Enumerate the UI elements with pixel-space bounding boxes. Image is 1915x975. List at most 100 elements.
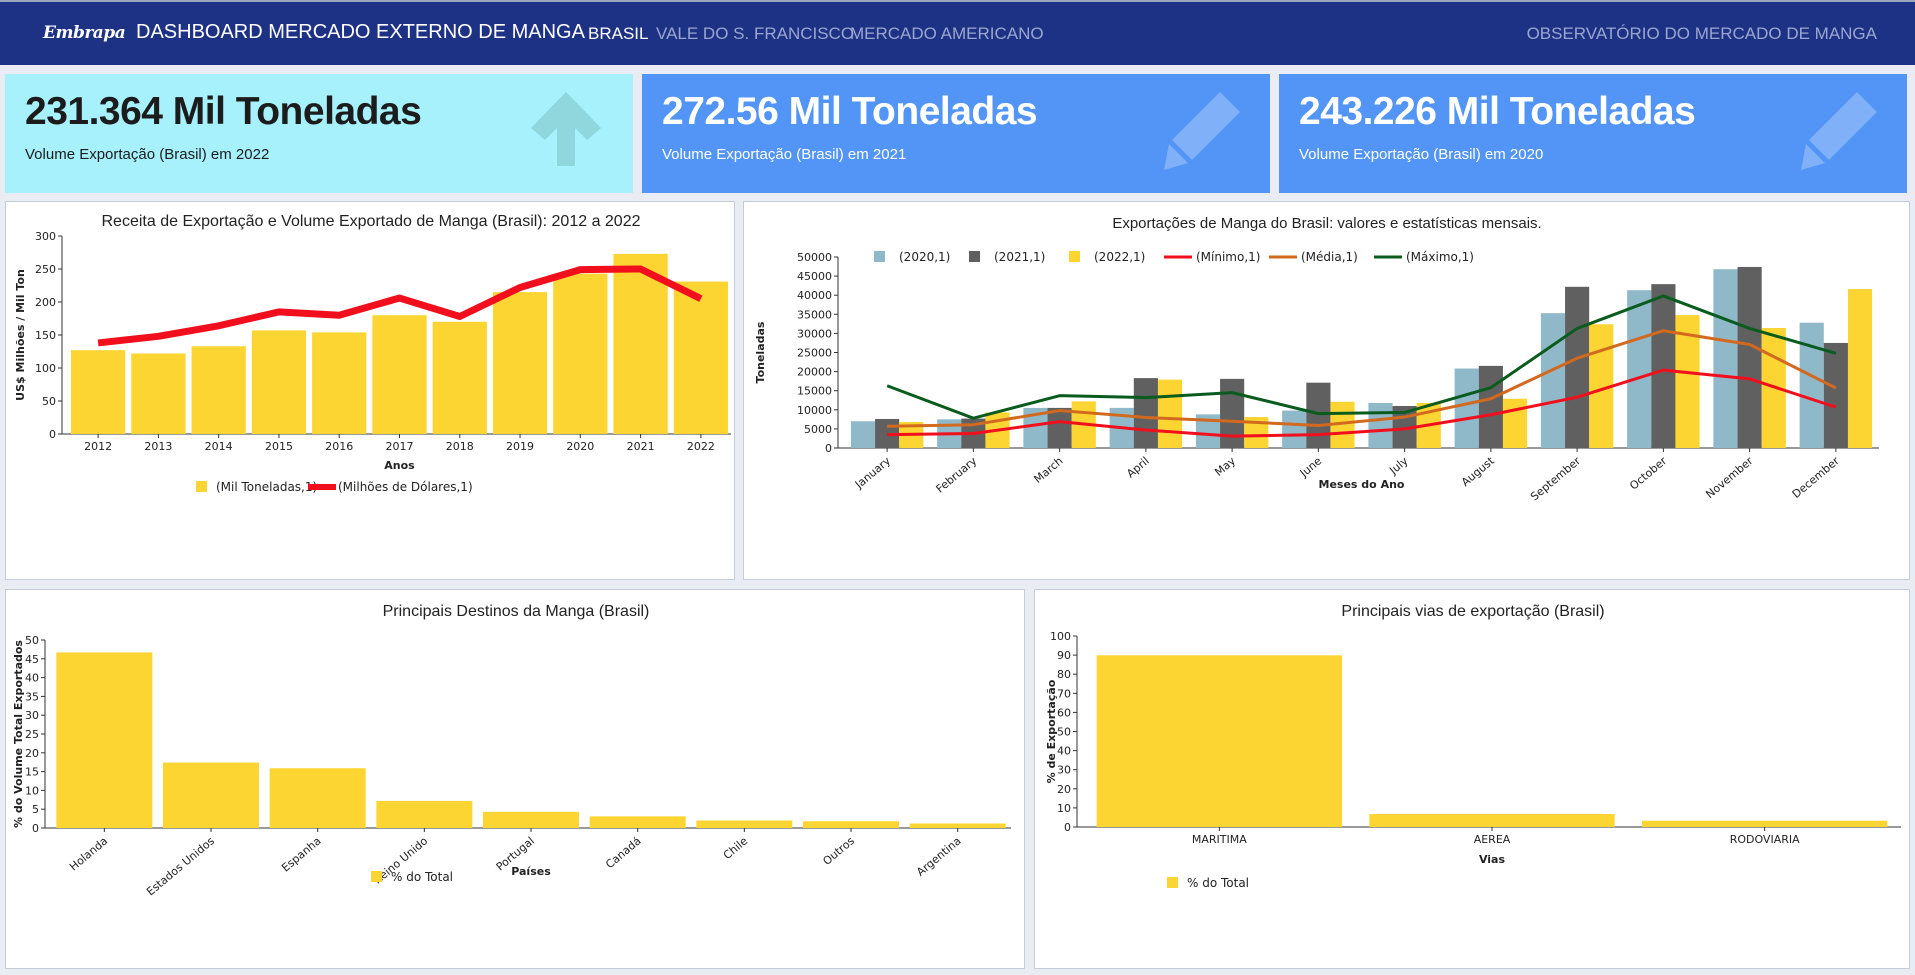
bar-2015 <box>251 330 307 434</box>
y-tick-label: 200 <box>35 296 56 309</box>
bar-april <box>1157 379 1183 448</box>
kpi-card-2020: 243.226 Mil Toneladas Volume Exportação … <box>1279 74 1907 193</box>
y-tick-label: 100 <box>1050 630 1071 643</box>
y-tick-label: 35000 <box>797 308 832 321</box>
chart-exportacoes-mensais[interactable]: Exportações de Manga do Brasil: valores … <box>744 202 1911 581</box>
x-tick-label: MARITIMA <box>1192 833 1247 846</box>
bar-june <box>1282 410 1307 448</box>
bar-canadá <box>589 816 686 828</box>
kpi-card-2021: 272.56 Mil Toneladas Volume Exportação (… <box>642 74 1270 193</box>
nav-vale-do-sao-francisco[interactable]: VALE DO S. FRANCISCO <box>656 24 854 44</box>
x-tick-label: Estados Unidos <box>144 834 217 898</box>
kpi-label: Volume Exportação (Brasil) em 2021 <box>662 146 907 163</box>
x-tick-label: 2015 <box>265 440 293 453</box>
chart-title: Principais Destinos da Manga (Brasil) <box>383 603 650 620</box>
bar-december <box>1847 289 1873 448</box>
chart-title: Exportações de Manga do Brasil: valores … <box>1112 215 1541 232</box>
y-axis-label: Toneladas <box>754 321 767 383</box>
y-tick-label: 30 <box>1057 764 1071 777</box>
y-tick-label: 250 <box>35 263 56 276</box>
bar-2014 <box>191 346 246 434</box>
kpi-value: 231.364 Mil Toneladas <box>25 90 422 133</box>
bar-espanha <box>269 768 366 828</box>
x-axis-label: Vias <box>1479 853 1506 866</box>
legend-label: % do Total <box>391 870 453 884</box>
y-tick-label: 10 <box>25 784 39 797</box>
y-tick-label: 0 <box>32 822 39 835</box>
y-tick-label: 15 <box>25 766 39 779</box>
x-tick-label: January <box>852 454 893 492</box>
y-tick-label: 40 <box>1057 745 1071 758</box>
nav-brasil[interactable]: BRASIL <box>588 24 648 44</box>
kpi-label: Volume Exportação (Brasil) em 2020 <box>1299 146 1544 163</box>
y-tick-label: 30000 <box>797 327 832 340</box>
x-tick-label: 2020 <box>566 440 594 453</box>
bar-december <box>1799 322 1824 448</box>
bar-holanda <box>56 652 153 828</box>
y-tick-label: 15000 <box>797 385 832 398</box>
bar-2018 <box>432 321 487 434</box>
legend-label: (2022,1) <box>1094 250 1145 264</box>
y-axis-label: US$ Milhões / Mil Ton <box>14 269 27 401</box>
y-tick-label: 25 <box>25 728 39 741</box>
bar-october <box>1627 290 1652 448</box>
x-tick-label: Canadá <box>603 834 643 871</box>
nav-mercado-americano[interactable]: MERCADO AMERICANO <box>850 24 1044 44</box>
kpi-value: 243.226 Mil Toneladas <box>1299 90 1696 133</box>
bar-2020 <box>553 273 608 434</box>
y-tick-label: 0 <box>825 442 832 455</box>
x-axis-label: Anos <box>384 459 415 472</box>
x-tick-label: 2022 <box>687 440 715 453</box>
y-tick-label: 20 <box>25 747 39 760</box>
x-tick-label: March <box>1031 454 1065 486</box>
legend-swatch <box>196 481 207 492</box>
bar-june <box>1306 382 1331 448</box>
chart-title: Principais vias de exportação (Brasil) <box>1341 603 1604 620</box>
x-tick-label: RODOVIARIA <box>1730 833 1800 846</box>
x-axis-label: Países <box>511 865 551 878</box>
bar-outros <box>803 821 899 828</box>
x-tick-label: April <box>1124 454 1152 480</box>
x-tick-label: Chile <box>721 834 751 862</box>
chart-card-destinos: Principais Destinos da Manga (Brasil) 0 5 1… <box>5 589 1025 969</box>
y-tick-label: 50 <box>25 634 39 647</box>
legend-swatch <box>1167 877 1178 888</box>
bar-2022 <box>673 281 728 434</box>
x-tick-label: February <box>934 454 980 496</box>
y-tick-label: 20 <box>1057 783 1071 796</box>
legend-swatch <box>969 251 980 262</box>
chart-principais-destinos[interactable]: Principais Destinos da Manga (Brasil) 0 5 1… <box>6 590 1026 970</box>
x-tick-label: Espanha <box>279 834 323 874</box>
bar-reino-unido <box>376 800 473 828</box>
y-tick-label: 20000 <box>797 366 832 379</box>
embrapa-logo[interactable]: Embrapa <box>43 23 126 43</box>
nav-observatorio[interactable]: OBSERVATÓRIO DO MERCADO DE MANGA <box>1527 24 1877 44</box>
y-axis-label: % do Volume Total Exportados <box>12 640 25 828</box>
x-tick-label: August <box>1459 454 1497 489</box>
pencil-icon <box>1801 92 1877 170</box>
bar-rodoviaria <box>1641 820 1888 827</box>
y-tick-label: 70 <box>1057 687 1071 700</box>
x-tick-label: Argentina <box>914 834 963 878</box>
y-tick-label: 45000 <box>797 270 832 283</box>
bar-november <box>1737 266 1762 448</box>
legend-label: (Máximo,1) <box>1406 250 1474 264</box>
legend-label: (Milhões de Dólares,1) <box>338 480 473 494</box>
kpi-label: Volume Exportação (Brasil) em 2022 <box>25 146 270 163</box>
legend-label: (2020,1) <box>899 250 950 264</box>
chart-receita-volume[interactable]: Receita de Exportação e Volume Exportado… <box>6 202 736 581</box>
bar-july <box>1368 402 1393 448</box>
chart-vias-exportacao[interactable]: Principais vias de exportação (Brasil) 0 1… <box>1035 590 1911 970</box>
y-tick-label: 60 <box>1057 706 1071 719</box>
bar-argentina <box>909 823 1006 828</box>
bar-november <box>1713 269 1738 448</box>
bar-maritima <box>1096 655 1343 827</box>
y-tick-label: 25000 <box>797 347 832 360</box>
y-tick-label: 5000 <box>804 423 832 436</box>
y-tick-label: 0 <box>1064 821 1071 834</box>
bar-august <box>1454 368 1479 448</box>
pencil-icon <box>1164 92 1240 170</box>
y-tick-label: 40 <box>25 672 39 685</box>
y-tick-label: 90 <box>1057 649 1071 662</box>
legend-swatch <box>371 871 382 882</box>
